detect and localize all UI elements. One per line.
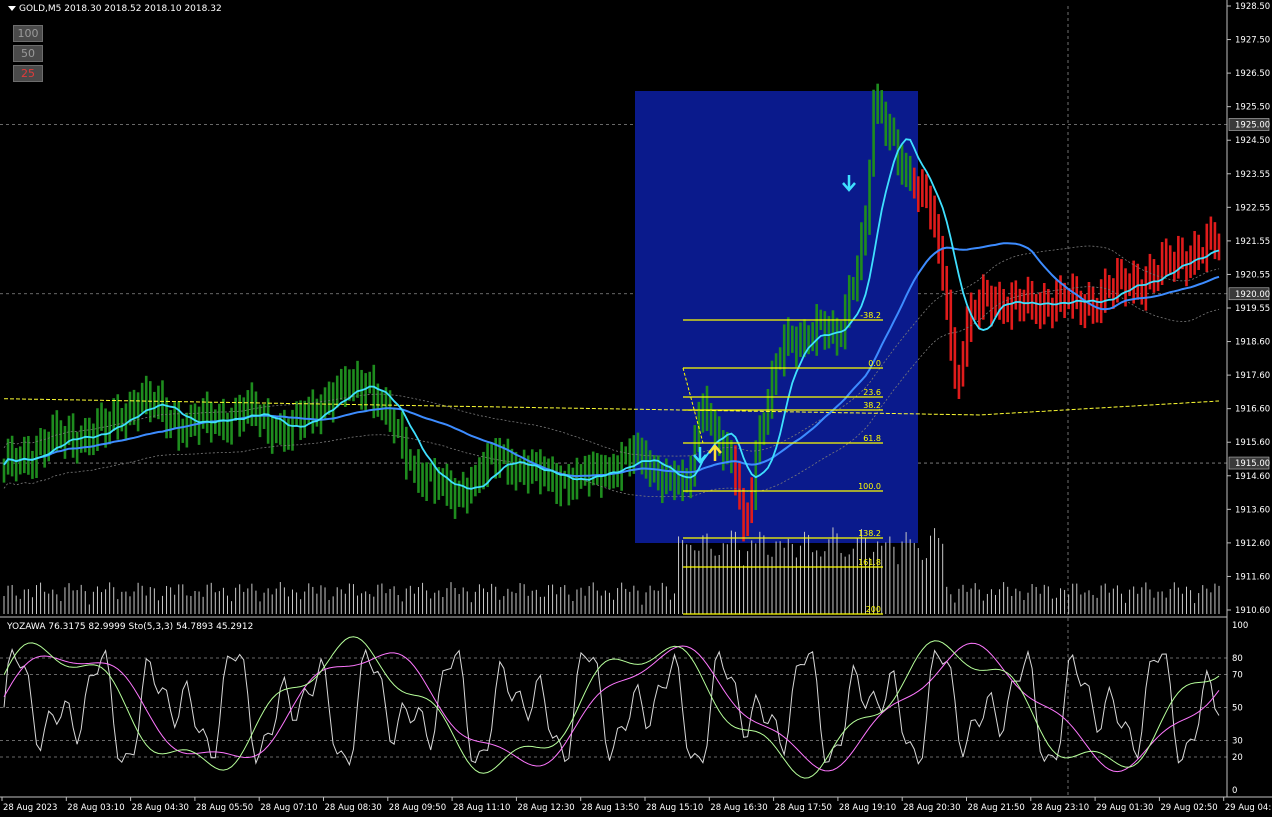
time-tick-label: 28 Aug 05:50 — [196, 803, 253, 813]
price-tick-label: 1922.55 — [1235, 203, 1270, 213]
zoom-25-label: 25 — [21, 67, 35, 80]
zoom-50-button[interactable]: 50 — [13, 45, 43, 62]
zoom-25-button[interactable]: 25 — [13, 65, 43, 82]
fib-level-label: 61.8 — [863, 434, 881, 443]
indicator-level-label: 100 — [1232, 621, 1248, 631]
price-tick-label: 1928.50 — [1235, 2, 1270, 12]
time-tick-label: 28 Aug 23:10 — [1032, 803, 1089, 813]
time-tick-label: 28 Aug 07:10 — [260, 803, 317, 813]
time-tick-label: 28 Aug 09:50 — [389, 803, 446, 813]
fib-level-label: 161.8 — [858, 558, 881, 567]
time-tick-label: 28 Aug 2023 — [3, 803, 57, 813]
time-tick-label: 28 Aug 21:50 — [968, 803, 1025, 813]
price-tick-label: 1916.60 — [1235, 405, 1270, 415]
dropdown-triangle-icon[interactable] — [8, 6, 16, 11]
zoom-50-label: 50 — [21, 47, 35, 60]
price-tick-label: 1914.60 — [1235, 472, 1270, 482]
price-tick-label: 1921.55 — [1235, 237, 1270, 247]
zoom-100-label: 100 — [17, 27, 39, 40]
price-tick-label: 1912.60 — [1235, 539, 1270, 549]
price-tick-label: 1927.50 — [1235, 36, 1270, 46]
price-tick-label: 1910.60 — [1235, 606, 1270, 616]
indicator-level-label: 70 — [1232, 671, 1243, 681]
chart-canvas[interactable]: -38.20.023.638.261.8100.0138.2161.8200 1… — [0, 0, 1272, 817]
fib-level-label: 138.2 — [858, 529, 881, 538]
price-box-label: 1925.00 — [1235, 120, 1270, 130]
symbol-line: GOLD,M5 2018.30 2018.52 2018.10 2018.32 — [19, 4, 222, 14]
indicator-level-label: 30 — [1232, 737, 1243, 747]
time-tick-label: 28 Aug 13:50 — [582, 803, 639, 813]
time-tick-label: 28 Aug 03:10 — [67, 803, 124, 813]
fib-level-label: -38.2 — [860, 311, 881, 320]
price-tick-label: 1923.55 — [1235, 170, 1270, 180]
time-tick-label: 28 Aug 20:30 — [903, 803, 960, 813]
fib-level-label: 0.0 — [868, 359, 881, 368]
price-box-label: 1915.00 — [1235, 459, 1270, 469]
fib-level-label: 38.2 — [863, 401, 881, 410]
price-tick-label: 1919.55 — [1235, 304, 1270, 314]
time-tick-label: 28 Aug 19:10 — [839, 803, 896, 813]
time-tick-label: 28 Aug 15:10 — [646, 803, 703, 813]
time-tick-label: 28 Aug 12:30 — [517, 803, 574, 813]
indicator-level-label: 20 — [1232, 753, 1243, 763]
price-tick-label: 1925.50 — [1235, 103, 1270, 113]
price-tick-label: 1915.60 — [1235, 438, 1270, 448]
indicator-label: YOZAWA 76.3175 82.9999 Sto(5,3,3) 54.789… — [7, 622, 254, 632]
time-tick-label: 28 Aug 11:10 — [453, 803, 510, 813]
fib-level-label: 200 — [866, 605, 881, 614]
price-tick-label: 1920.55 — [1235, 270, 1270, 280]
time-tick-label: 29 Aug 04:10 — [1225, 803, 1272, 813]
indicator-level-label: 0 — [1232, 786, 1237, 796]
indicator-level-label: 80 — [1232, 654, 1243, 664]
price-box-label: 1920.00 — [1235, 290, 1270, 300]
price-tick-label: 1924.50 — [1235, 136, 1270, 146]
fib-level-label: 23.6 — [863, 388, 881, 397]
symbol-header: GOLD,M5 2018.30 2018.52 2018.10 2018.32 — [8, 4, 222, 14]
time-tick-label: 28 Aug 16:30 — [710, 803, 767, 813]
time-tick-label: 28 Aug 08:30 — [325, 803, 382, 813]
price-tick-label: 1926.50 — [1235, 69, 1270, 79]
time-tick-label: 28 Aug 04:30 — [132, 803, 189, 813]
price-tick-label: 1917.60 — [1235, 371, 1270, 381]
indicator-level-label: 50 — [1232, 704, 1243, 714]
zoom-100-button[interactable]: 100 — [13, 25, 43, 42]
time-tick-label: 28 Aug 17:50 — [775, 803, 832, 813]
price-tick-label: 1918.60 — [1235, 338, 1270, 348]
price-tick-label: 1911.60 — [1235, 572, 1270, 582]
price-tick-label: 1913.60 — [1235, 505, 1270, 515]
fib-level-label: 100.0 — [858, 482, 881, 491]
time-tick-label: 29 Aug 01:30 — [1096, 803, 1153, 813]
time-tick-label: 29 Aug 02:50 — [1160, 803, 1217, 813]
